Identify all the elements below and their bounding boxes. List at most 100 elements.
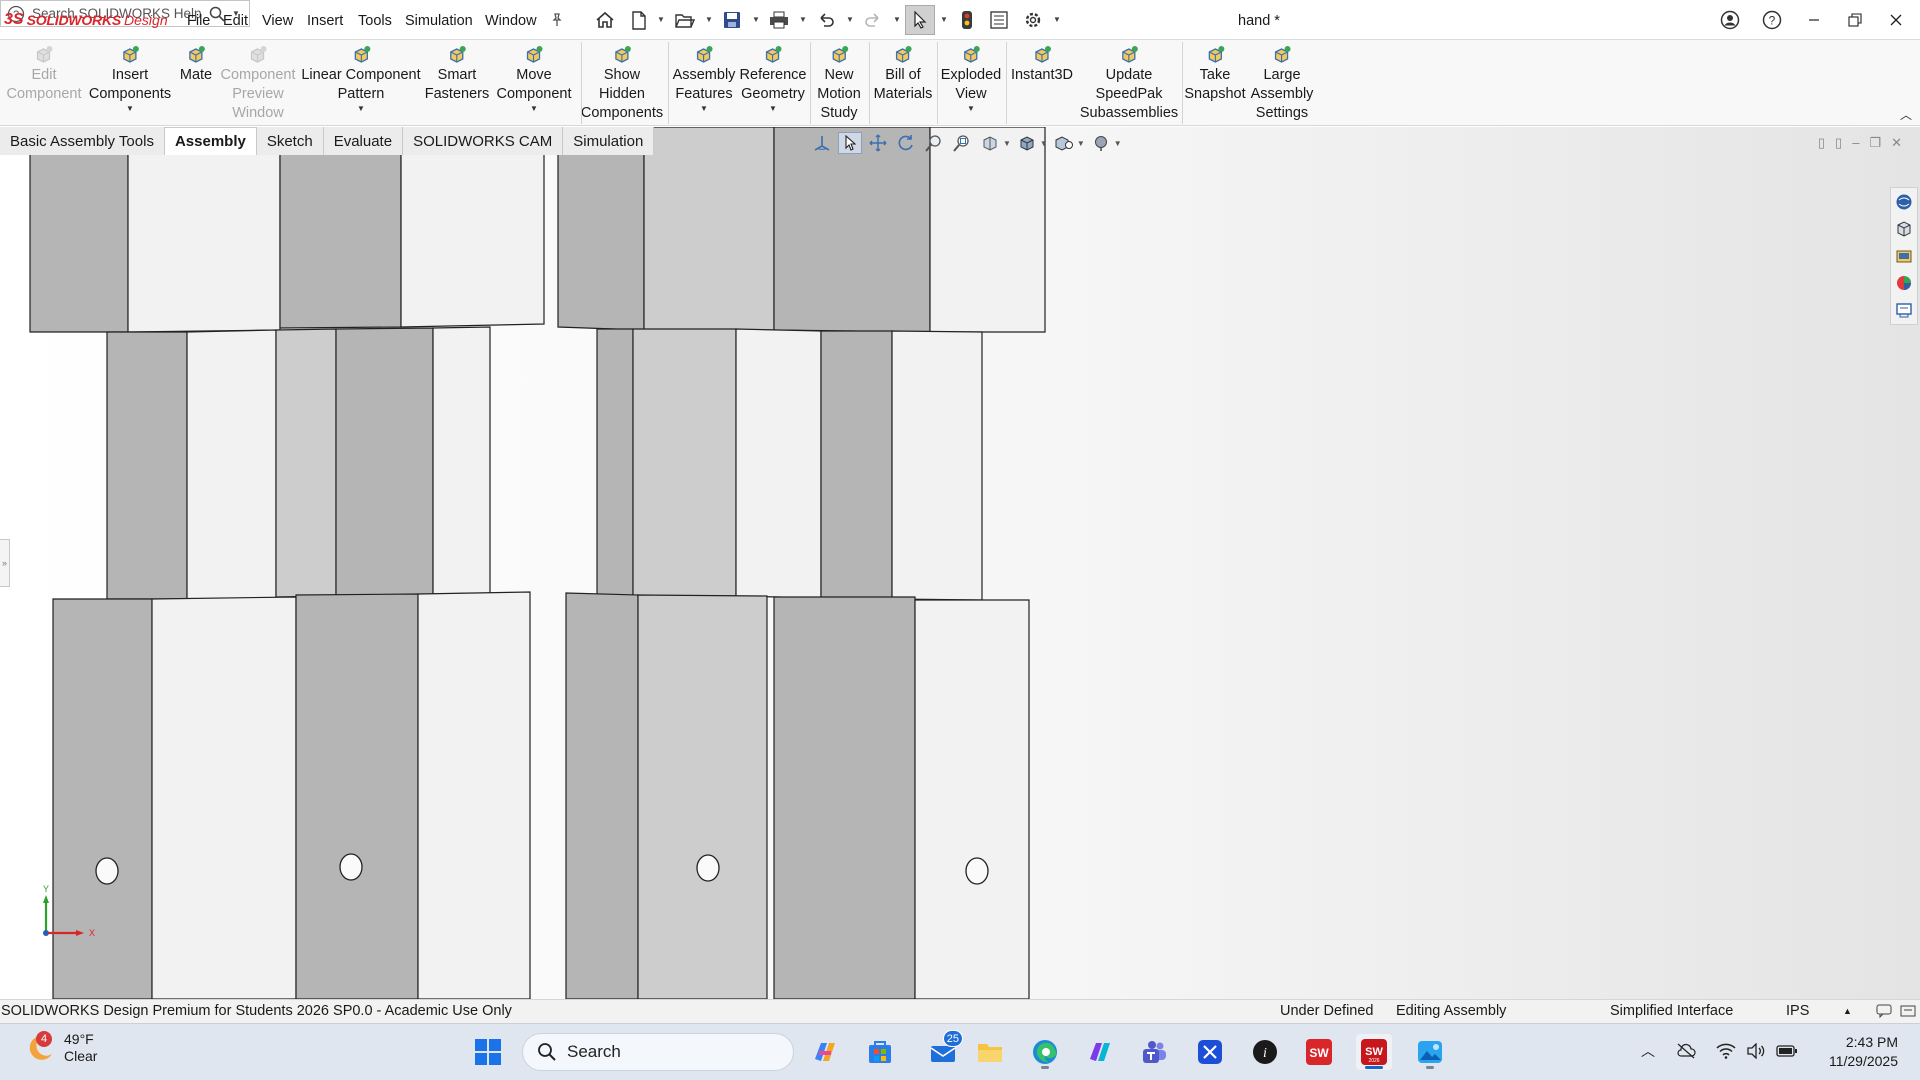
tab-sketch[interactable]: Sketch [256, 127, 324, 155]
feature-manager-flyout-handle[interactable]: » [0, 539, 10, 587]
viewport-prev-icon[interactable]: ▯ [1818, 135, 1825, 151]
model-face[interactable] [417, 591, 531, 999]
assembly-features-button[interactable]: Assembly Features ▼ [673, 44, 735, 113]
home-icon[interactable] [594, 9, 616, 31]
update-speedpak-button[interactable]: Update SpeedPak Subassemblies [1080, 44, 1178, 123]
smart-fasteners-button[interactable]: Smart Fasteners [425, 44, 489, 104]
teams-icon[interactable] [1136, 1034, 1172, 1070]
solidworks-2026-taskbar-icon[interactable]: SW 2026 [1356, 1034, 1392, 1070]
viewport-next-icon[interactable]: ▯ [1835, 135, 1842, 151]
model-face[interactable] [335, 327, 434, 597]
model-face[interactable] [643, 127, 775, 331]
print-icon[interactable] [768, 9, 790, 31]
microsoft-store-icon[interactable] [862, 1034, 898, 1070]
display-style-icon[interactable] [1015, 132, 1039, 154]
appearance-icon[interactable] [1089, 132, 1113, 154]
tab-basic-assembly-tools[interactable]: Basic Assembly Tools [0, 127, 165, 155]
copilot-icon[interactable] [807, 1034, 843, 1070]
model-face[interactable] [632, 328, 737, 597]
open-dropdown-icon[interactable]: ▼ [705, 15, 713, 24]
wifi-icon[interactable] [1714, 1039, 1738, 1063]
edge-browser-icon[interactable] [1027, 1034, 1063, 1070]
model-face[interactable] [186, 329, 277, 600]
move-component-dropdown-icon[interactable]: ▼ [530, 105, 538, 113]
model-face[interactable] [557, 127, 645, 331]
model-face[interactable] [432, 326, 491, 595]
graphics-area[interactable]: ▼ ▼ ▼ ▼ ▯ ▯ – ❐ ✕ » Y X [0, 127, 1920, 999]
assembly-features-dropdown-icon[interactable]: ▼ [700, 105, 708, 113]
appearances-scenes-icon[interactable] [1893, 272, 1915, 294]
model-face[interactable] [773, 127, 931, 333]
pin-icon[interactable] [546, 9, 568, 31]
solidworks-taskbar-icon[interactable]: SW [1301, 1034, 1337, 1070]
save-dropdown-icon[interactable]: ▼ [752, 15, 760, 24]
pan-icon[interactable] [866, 132, 890, 154]
linear-component-pattern-dropdown-icon[interactable]: ▼ [357, 105, 365, 113]
model-face[interactable] [596, 328, 634, 597]
zoom-to-fit-icon[interactable] [950, 132, 974, 154]
menu-insert[interactable]: Insert [307, 13, 343, 29]
unit-system-dropdown-icon[interactable]: ▲ [1843, 1006, 1852, 1016]
info-app-icon[interactable]: i [1247, 1034, 1283, 1070]
assembly-model[interactable] [0, 127, 1920, 999]
undo-dropdown-icon[interactable]: ▼ [846, 15, 854, 24]
menu-tools[interactable]: Tools [358, 13, 392, 29]
model-face[interactable] [29, 127, 129, 333]
photos-app-icon[interactable] [1412, 1034, 1448, 1070]
model-face[interactable] [565, 592, 639, 999]
hide-show-items-icon[interactable] [1052, 132, 1076, 154]
account-icon[interactable] [1716, 8, 1744, 32]
model-face[interactable] [735, 328, 822, 599]
solidworks-resources-icon[interactable] [1893, 191, 1915, 213]
menu-edit[interactable]: Edit [223, 13, 248, 29]
take-snapshot-button[interactable]: Take Snapshot [1184, 44, 1246, 104]
model-face[interactable] [106, 331, 188, 600]
tab-evaluate[interactable]: Evaluate [323, 127, 404, 155]
zoom-to-area-icon[interactable] [922, 132, 946, 154]
m365-copilot-icon[interactable] [1082, 1034, 1118, 1070]
open-icon[interactable] [674, 9, 696, 31]
model-face[interactable] [127, 127, 281, 333]
select-dropdown-icon[interactable]: ▼ [940, 15, 948, 24]
viewport-close-icon[interactable]: ✕ [1891, 135, 1902, 151]
tab-solidworks-cam[interactable]: SOLIDWORKS CAM [403, 127, 564, 155]
options-gear-icon[interactable] [1022, 9, 1044, 31]
redo-dropdown-icon[interactable]: ▼ [893, 15, 901, 24]
collapse-ribbon-icon[interactable]: ︿ [1900, 106, 1912, 123]
model-face[interactable] [279, 127, 402, 329]
redo-icon[interactable] [862, 9, 884, 31]
linear-component-pattern-button[interactable]: Linear Component Pattern ▼ [301, 44, 421, 113]
options-dropdown-icon[interactable]: ▼ [1053, 15, 1061, 24]
large-assembly-settings-button[interactable]: Large Assembly Settings [1251, 44, 1313, 123]
insert-components-dropdown-icon[interactable]: ▼ [126, 105, 134, 113]
exploded-view-button[interactable]: Exploded View ▼ [941, 44, 1001, 113]
menu-view[interactable]: View [262, 13, 293, 29]
new-dropdown-icon[interactable]: ▼ [657, 15, 665, 24]
reference-geometry-button[interactable]: Reference Geometry ▼ [740, 44, 806, 113]
model-face[interactable] [52, 598, 153, 999]
new-motion-study-button[interactable]: New Motion Study [817, 44, 861, 123]
viewport-restore-icon[interactable]: ❐ [1869, 135, 1881, 151]
print-dropdown-icon[interactable]: ▼ [799, 15, 807, 24]
design-library-icon[interactable] [1893, 218, 1915, 240]
model-face[interactable] [151, 596, 297, 999]
pin-hole[interactable] [965, 857, 989, 885]
onedrive-paused-icon[interactable] [1674, 1039, 1698, 1063]
taskbar-clock[interactable]: 2:43 PM 11/29/2025 [1829, 1033, 1898, 1071]
solidworks-logo[interactable]: 3S SOLIDWORKS Design [4, 11, 168, 29]
unit-system[interactable]: IPS [1786, 1003, 1809, 1019]
show-hidden-components-button[interactable]: Show Hidden Components [581, 44, 663, 123]
interface-mode[interactable]: Simplified Interface [1610, 1003, 1733, 1019]
help-icon[interactable]: ? [1758, 8, 1786, 32]
section-dropdown-icon[interactable]: ▼ [1003, 139, 1011, 148]
undo-icon[interactable] [815, 9, 837, 31]
model-face[interactable] [891, 330, 983, 601]
taskbar-search[interactable]: Search [522, 1033, 794, 1071]
new-document-icon[interactable] [628, 9, 650, 31]
exploded-view-dropdown-icon[interactable]: ▼ [967, 105, 975, 113]
menu-window[interactable]: Window [485, 13, 537, 29]
edit-component-button[interactable]: Edit Component [7, 44, 81, 104]
insert-components-button[interactable]: Insert Components ▼ [89, 44, 171, 113]
tab-simulation[interactable]: Simulation [563, 127, 655, 155]
snipping-tool-icon[interactable] [1192, 1034, 1228, 1070]
